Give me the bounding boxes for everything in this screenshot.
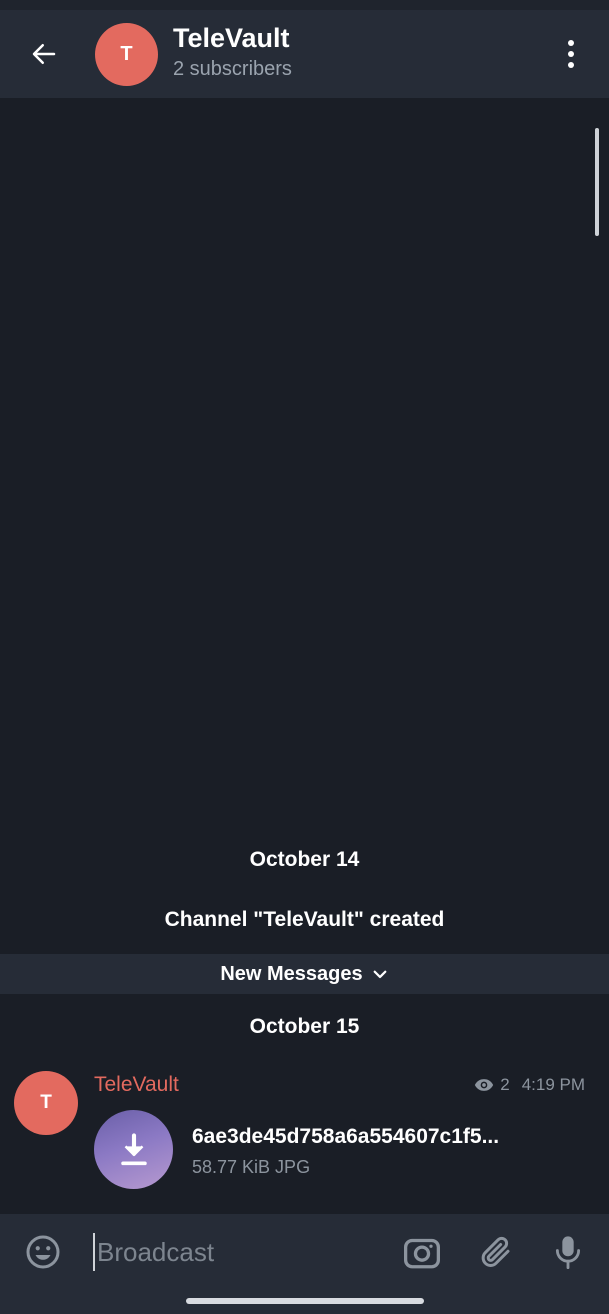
- subscriber-count: 2 subscribers: [173, 58, 292, 80]
- scrollbar[interactable]: [595, 128, 599, 236]
- attach-button[interactable]: [476, 1232, 516, 1272]
- channel-title[interactable]: TeleVault: [173, 23, 290, 54]
- chevron-down-icon: [373, 970, 387, 979]
- new-messages-label: New Messages: [220, 962, 363, 985]
- emoji-icon: [26, 1235, 60, 1269]
- camera-icon: [404, 1238, 440, 1269]
- back-button[interactable]: [22, 32, 66, 76]
- sender-avatar[interactable]: T: [14, 1071, 78, 1135]
- download-file-button[interactable]: [94, 1110, 173, 1189]
- attach-icon: [481, 1236, 510, 1267]
- file-size: 58.77 KiB JPG: [192, 1157, 311, 1177]
- channel-avatar[interactable]: T: [95, 23, 158, 86]
- home-indicator: [186, 1298, 424, 1304]
- date-separator: October 15: [249, 1015, 360, 1038]
- message-time: 4:19 PM: [521, 1075, 585, 1094]
- file-name[interactable]: 6ae3de45d758a6a554607c1f5...: [192, 1125, 499, 1149]
- eye-icon: [475, 1079, 494, 1091]
- more-vertical-icon: [568, 40, 574, 46]
- message-sender[interactable]: TeleVault: [94, 1073, 179, 1097]
- download-icon: [120, 1132, 147, 1165]
- message-input[interactable]: [93, 1233, 383, 1271]
- message-meta: 2 4:19 PM: [474, 1075, 585, 1095]
- emoji-button[interactable]: [23, 1232, 63, 1272]
- more-menu-button[interactable]: [556, 36, 586, 72]
- microphone-icon: [555, 1236, 581, 1269]
- status-bar: [0, 0, 609, 10]
- service-message: Channel "TeleVault" created: [164, 908, 445, 931]
- camera-button[interactable]: [400, 1232, 444, 1272]
- arrow-left-icon: [32, 44, 56, 64]
- voice-button[interactable]: [548, 1232, 588, 1272]
- view-count: 2: [500, 1075, 510, 1094]
- date-separator: October 14: [249, 848, 360, 871]
- new-messages-divider: New Messages: [0, 954, 609, 994]
- chat-header: T TeleVault 2 subscribers: [0, 10, 609, 98]
